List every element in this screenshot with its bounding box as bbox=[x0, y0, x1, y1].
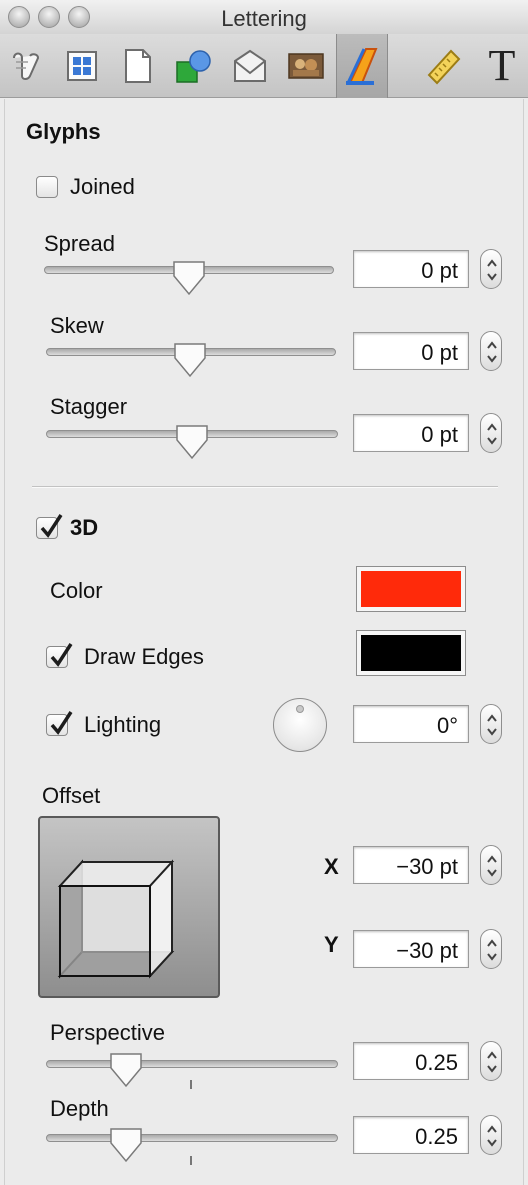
depth-label: Depth bbox=[50, 1096, 109, 1121]
tool-shapes[interactable] bbox=[168, 34, 220, 98]
spread-label: Spread bbox=[44, 231, 115, 256]
skew-stepper[interactable] bbox=[480, 331, 502, 371]
tool-ruler[interactable] bbox=[418, 34, 470, 98]
three-d-checkbox[interactable] bbox=[36, 514, 63, 539]
stagger-value-field[interactable]: 0 pt bbox=[353, 414, 469, 452]
lettering-icon bbox=[346, 48, 378, 85]
spread-value-field[interactable]: 0 pt bbox=[353, 250, 469, 288]
ruler-icon bbox=[427, 49, 461, 85]
stagger-slider-knob[interactable] bbox=[175, 424, 209, 460]
offset-label: Offset bbox=[42, 783, 101, 808]
perspective-stepper[interactable] bbox=[480, 1041, 502, 1081]
lighting-dial-indicator bbox=[296, 705, 304, 713]
edge-color-swatch[interactable] bbox=[356, 630, 466, 676]
depth-slider-knob[interactable] bbox=[109, 1127, 143, 1163]
depth-slider-tick bbox=[190, 1156, 192, 1165]
skew-label: Skew bbox=[50, 313, 104, 338]
offset-y-field[interactable]: −30 pt bbox=[353, 930, 469, 968]
lighting-angle-dial[interactable] bbox=[273, 698, 327, 752]
tool-document[interactable] bbox=[112, 34, 164, 98]
tool-layout[interactable] bbox=[56, 34, 108, 98]
glyphs-heading: Glyphs bbox=[26, 119, 101, 144]
tool-lettering[interactable] bbox=[336, 34, 388, 98]
stagger-stepper[interactable] bbox=[480, 413, 502, 453]
depth-stepper[interactable] bbox=[480, 1115, 502, 1155]
perspective-slider-knob[interactable] bbox=[109, 1052, 143, 1088]
perspective-label: Perspective bbox=[50, 1020, 165, 1045]
envelope-icon bbox=[234, 49, 266, 82]
stagger-label: Stagger bbox=[50, 394, 128, 419]
spread-stepper[interactable] bbox=[480, 249, 502, 289]
layout-grid-icon bbox=[67, 51, 97, 81]
three-d-label: 3D bbox=[70, 515, 99, 540]
scroll-tool-icon bbox=[13, 52, 40, 80]
window-title: Lettering bbox=[221, 6, 307, 31]
inspector-toolbar: T bbox=[0, 34, 528, 98]
page-icon bbox=[125, 49, 151, 83]
tool-image[interactable] bbox=[280, 34, 332, 98]
depth-value-field[interactable]: 0.25 bbox=[353, 1116, 469, 1154]
color-swatch[interactable] bbox=[356, 566, 466, 612]
image-icon bbox=[288, 53, 324, 79]
checkmark-icon bbox=[40, 514, 63, 538]
text-icon: T bbox=[488, 41, 516, 90]
checkmark-icon bbox=[50, 643, 73, 667]
joined-checkbox[interactable] bbox=[36, 176, 58, 198]
depth-slider[interactable] bbox=[46, 1134, 338, 1142]
tool-envelope[interactable] bbox=[224, 34, 276, 98]
skew-slider-knob[interactable] bbox=[173, 342, 207, 378]
spread-slider-knob[interactable] bbox=[172, 260, 206, 296]
section-divider bbox=[32, 486, 498, 488]
title-bar: Lettering bbox=[0, 0, 528, 34]
perspective-slider-tick bbox=[190, 1080, 192, 1089]
perspective-slider[interactable] bbox=[46, 1060, 338, 1068]
edge-color-swatch-fill bbox=[361, 635, 461, 671]
color-label: Color bbox=[50, 578, 103, 603]
offset-x-label: X bbox=[324, 854, 339, 879]
color-swatch-fill bbox=[361, 571, 461, 607]
perspective-value-field[interactable]: 0.25 bbox=[353, 1042, 469, 1080]
lighting-label: Lighting bbox=[84, 712, 162, 737]
joined-label: Joined bbox=[70, 174, 135, 199]
draw-edges-label: Draw Edges bbox=[84, 644, 204, 669]
shapes-icon bbox=[176, 50, 211, 83]
offset-x-field[interactable]: −30 pt bbox=[353, 846, 469, 884]
offset-x-stepper[interactable] bbox=[480, 845, 502, 885]
cube-icon bbox=[57, 859, 175, 979]
lighting-angle-field[interactable]: 0° bbox=[353, 705, 469, 743]
offset-control[interactable] bbox=[38, 816, 220, 998]
skew-value-field[interactable]: 0 pt bbox=[353, 332, 469, 370]
lighting-stepper[interactable] bbox=[480, 704, 502, 744]
checkmark-icon bbox=[50, 711, 73, 735]
tool-text[interactable]: T bbox=[476, 34, 528, 98]
draw-edges-checkbox[interactable] bbox=[46, 643, 73, 668]
lighting-checkbox[interactable] bbox=[46, 711, 73, 736]
tool-scroll[interactable] bbox=[0, 34, 52, 98]
offset-y-stepper[interactable] bbox=[480, 929, 502, 969]
offset-y-label: Y bbox=[324, 932, 339, 957]
